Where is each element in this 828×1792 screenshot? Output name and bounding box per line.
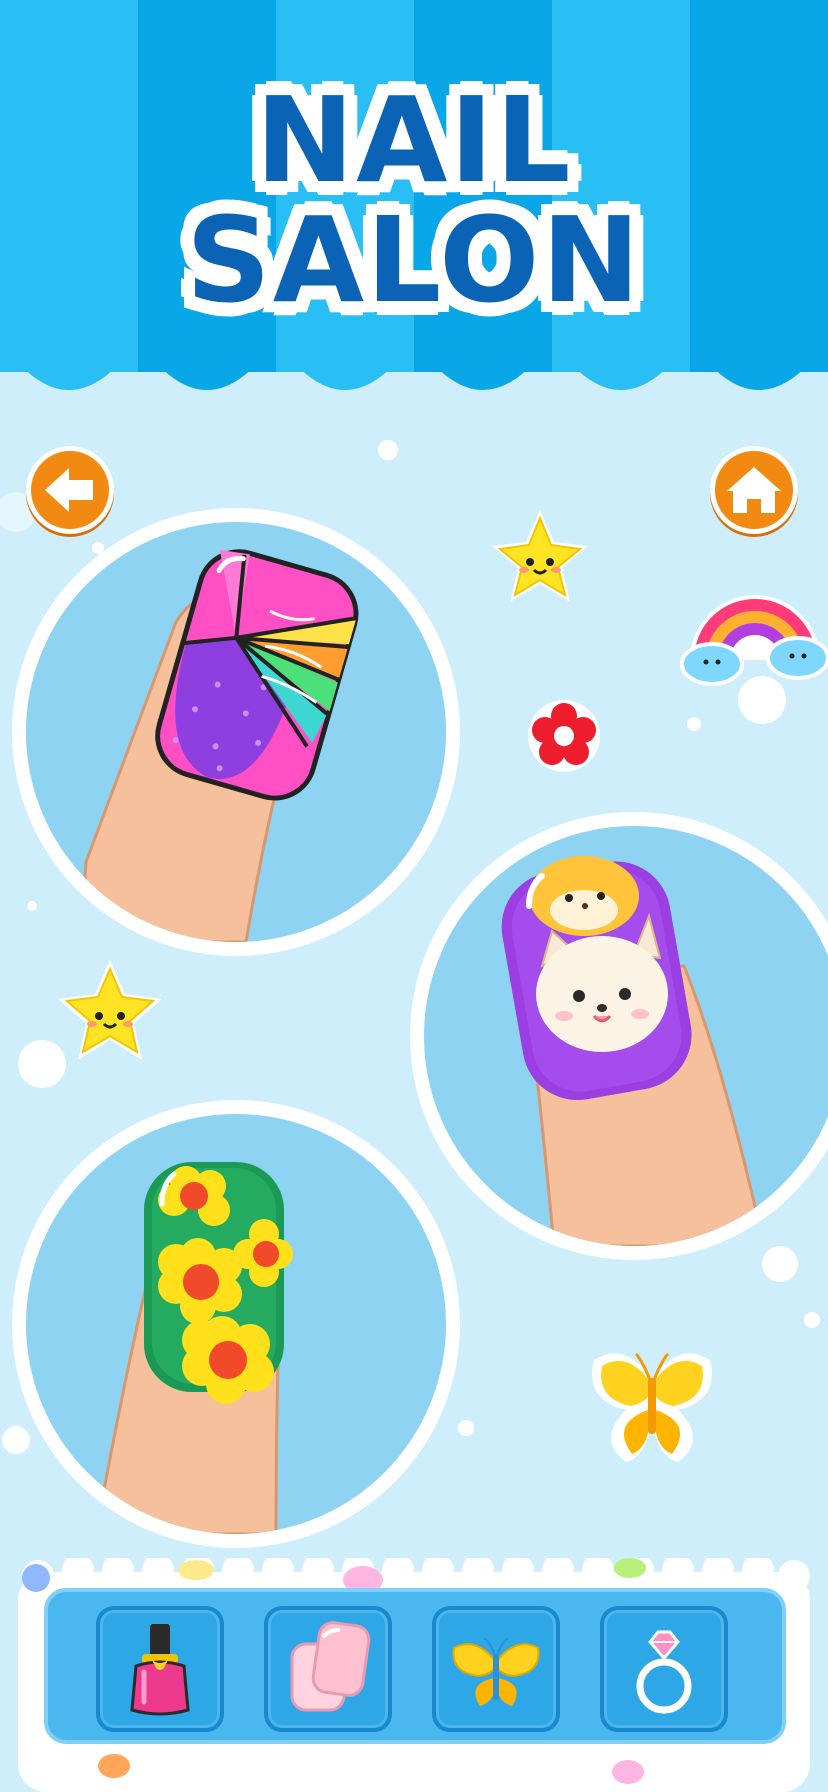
tool-toolbar [44, 1588, 786, 1744]
back-button[interactable] [26, 446, 114, 534]
false-nail-icon [290, 1621, 371, 1712]
butterfly-icon [452, 1637, 540, 1706]
sunflower-design[interactable] [12, 1100, 460, 1548]
game-screen: NAIL SALON [0, 0, 828, 1792]
nail-polish-icon [130, 1624, 190, 1716]
kitten-nail-illustration [501, 856, 766, 1246]
back-arrow-icon [45, 468, 93, 512]
sunflower-nail-illustration [94, 1162, 293, 1534]
home-button[interactable] [710, 446, 798, 534]
nail-tip-tool[interactable] [264, 1606, 392, 1732]
title-line-1: NAIL [255, 71, 573, 209]
rainbow-glitter-design[interactable] [12, 508, 460, 956]
butterfly-sticker-tool[interactable] [432, 1606, 560, 1732]
nail-polish-tool[interactable] [96, 1606, 224, 1732]
game-title: NAIL SALON [0, 80, 828, 320]
red-flower-sticker [528, 700, 600, 772]
diamond-ring-icon [636, 1630, 692, 1714]
rainbow-nail-illustration [79, 549, 359, 942]
rainbow-with-clouds-sticker [680, 595, 828, 686]
ring-tool[interactable] [600, 1606, 728, 1732]
title-line-2: SALON [185, 191, 643, 329]
smiling-star-sticker-2 [58, 960, 162, 1060]
home-icon [727, 467, 781, 513]
smiling-star-sticker [492, 510, 588, 602]
yellow-butterfly-sticker [592, 1352, 712, 1462]
